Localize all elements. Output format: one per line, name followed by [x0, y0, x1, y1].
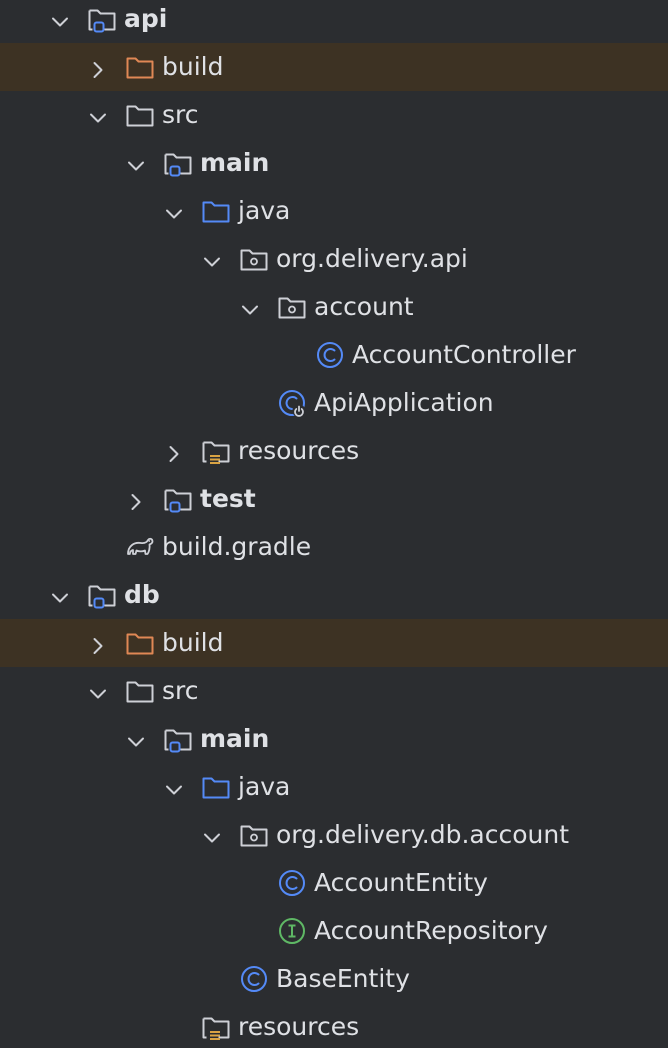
chevron-down-icon[interactable]: [50, 9, 70, 29]
tree-row-label: src: [162, 676, 199, 705]
module-folder-icon: [163, 148, 193, 178]
tree-row[interactable]: api: [0, 0, 668, 43]
folder-icon: [125, 100, 155, 130]
tree-row-label: java: [238, 772, 291, 801]
tree-row-label: AccountEntity: [314, 868, 488, 897]
tree-row-label: build.gradle: [162, 532, 312, 561]
folder-icon: [125, 676, 155, 706]
tree-row[interactable]: build: [0, 43, 668, 91]
chevron-down-icon[interactable]: [88, 105, 108, 125]
tree-row-label: AccountRepository: [314, 916, 548, 945]
tree-row[interactable]: db: [0, 571, 668, 619]
module-folder-icon: [87, 4, 117, 34]
tree-row-label: AccountController: [352, 340, 576, 369]
module-folder-icon: [163, 484, 193, 514]
chevron-down-icon[interactable]: [202, 249, 222, 269]
tree-row-label: java: [238, 196, 291, 225]
chevron-right-icon[interactable]: [126, 489, 146, 510]
chevron-down-icon[interactable]: [50, 585, 70, 605]
chevron-down-icon[interactable]: [164, 201, 184, 221]
tree-row[interactable]: BaseEntity: [0, 955, 668, 1003]
spring-boot-class-icon: [277, 388, 307, 418]
tree-row-label: BaseEntity: [276, 964, 410, 993]
interface-icon: [277, 916, 307, 946]
tree-row-label: build: [162, 628, 224, 657]
excluded-folder-icon: [125, 628, 155, 658]
tree-row-label: test: [200, 484, 256, 513]
chevron-down-icon[interactable]: [126, 729, 146, 749]
tree-row-label: api: [124, 4, 168, 33]
class-icon: [239, 964, 269, 994]
tree-row-label: main: [200, 148, 270, 177]
chevron-down-icon[interactable]: [164, 777, 184, 797]
chevron-right-icon[interactable]: [88, 57, 108, 78]
chevron-right-icon[interactable]: [164, 441, 184, 462]
tree-row-label: resources: [238, 1012, 360, 1041]
tree-row-label: org.delivery.db.account: [276, 820, 570, 849]
chevron-down-icon[interactable]: [202, 825, 222, 845]
project-tree: api build src main java org.delivery.api accou…: [0, 0, 668, 1048]
tree-row[interactable]: AccountController: [0, 331, 668, 379]
tree-row[interactable]: org.delivery.db.account: [0, 811, 668, 859]
tree-row[interactable]: AccountRepository: [0, 907, 668, 955]
module-folder-icon: [163, 724, 193, 754]
tree-row-label: src: [162, 100, 199, 129]
tree-row[interactable]: src: [0, 667, 668, 715]
chevron-down-icon[interactable]: [88, 681, 108, 701]
source-folder-icon: [201, 772, 231, 802]
tree-row-label: db: [124, 580, 160, 609]
tree-row-label: account: [314, 292, 414, 321]
resources-folder-icon: [201, 436, 231, 466]
resources-folder-icon: [201, 1012, 231, 1042]
class-icon: [315, 340, 345, 370]
tree-row[interactable]: resources: [0, 427, 668, 475]
tree-row-label: org.delivery.api: [276, 244, 468, 273]
tree-row[interactable]: main: [0, 715, 668, 763]
chevron-down-icon[interactable]: [126, 153, 146, 173]
tree-row[interactable]: test: [0, 475, 668, 523]
gradle-icon: [125, 532, 155, 562]
package-icon: [239, 820, 269, 850]
tree-row[interactable]: account: [0, 283, 668, 331]
source-folder-icon: [201, 196, 231, 226]
tree-row[interactable]: java: [0, 763, 668, 811]
module-folder-icon: [87, 580, 117, 610]
tree-row-label: main: [200, 724, 270, 753]
tree-row-label: resources: [238, 436, 360, 465]
excluded-folder-icon: [125, 52, 155, 82]
tree-row[interactable]: build.gradle: [0, 523, 668, 571]
chevron-down-icon[interactable]: [240, 297, 260, 317]
package-icon: [277, 292, 307, 322]
tree-row[interactable]: ApiApplication: [0, 379, 668, 427]
tree-row[interactable]: resources: [0, 1003, 668, 1048]
tree-row[interactable]: build: [0, 619, 668, 667]
package-icon: [239, 244, 269, 274]
tree-row[interactable]: main: [0, 139, 668, 187]
tree-row-label: ApiApplication: [314, 388, 494, 417]
class-icon: [277, 868, 307, 898]
tree-row[interactable]: src: [0, 91, 668, 139]
tree-row[interactable]: AccountEntity: [0, 859, 668, 907]
tree-row[interactable]: java: [0, 187, 668, 235]
tree-row-label: build: [162, 52, 224, 81]
chevron-right-icon[interactable]: [88, 633, 108, 654]
tree-row[interactable]: org.delivery.api: [0, 235, 668, 283]
